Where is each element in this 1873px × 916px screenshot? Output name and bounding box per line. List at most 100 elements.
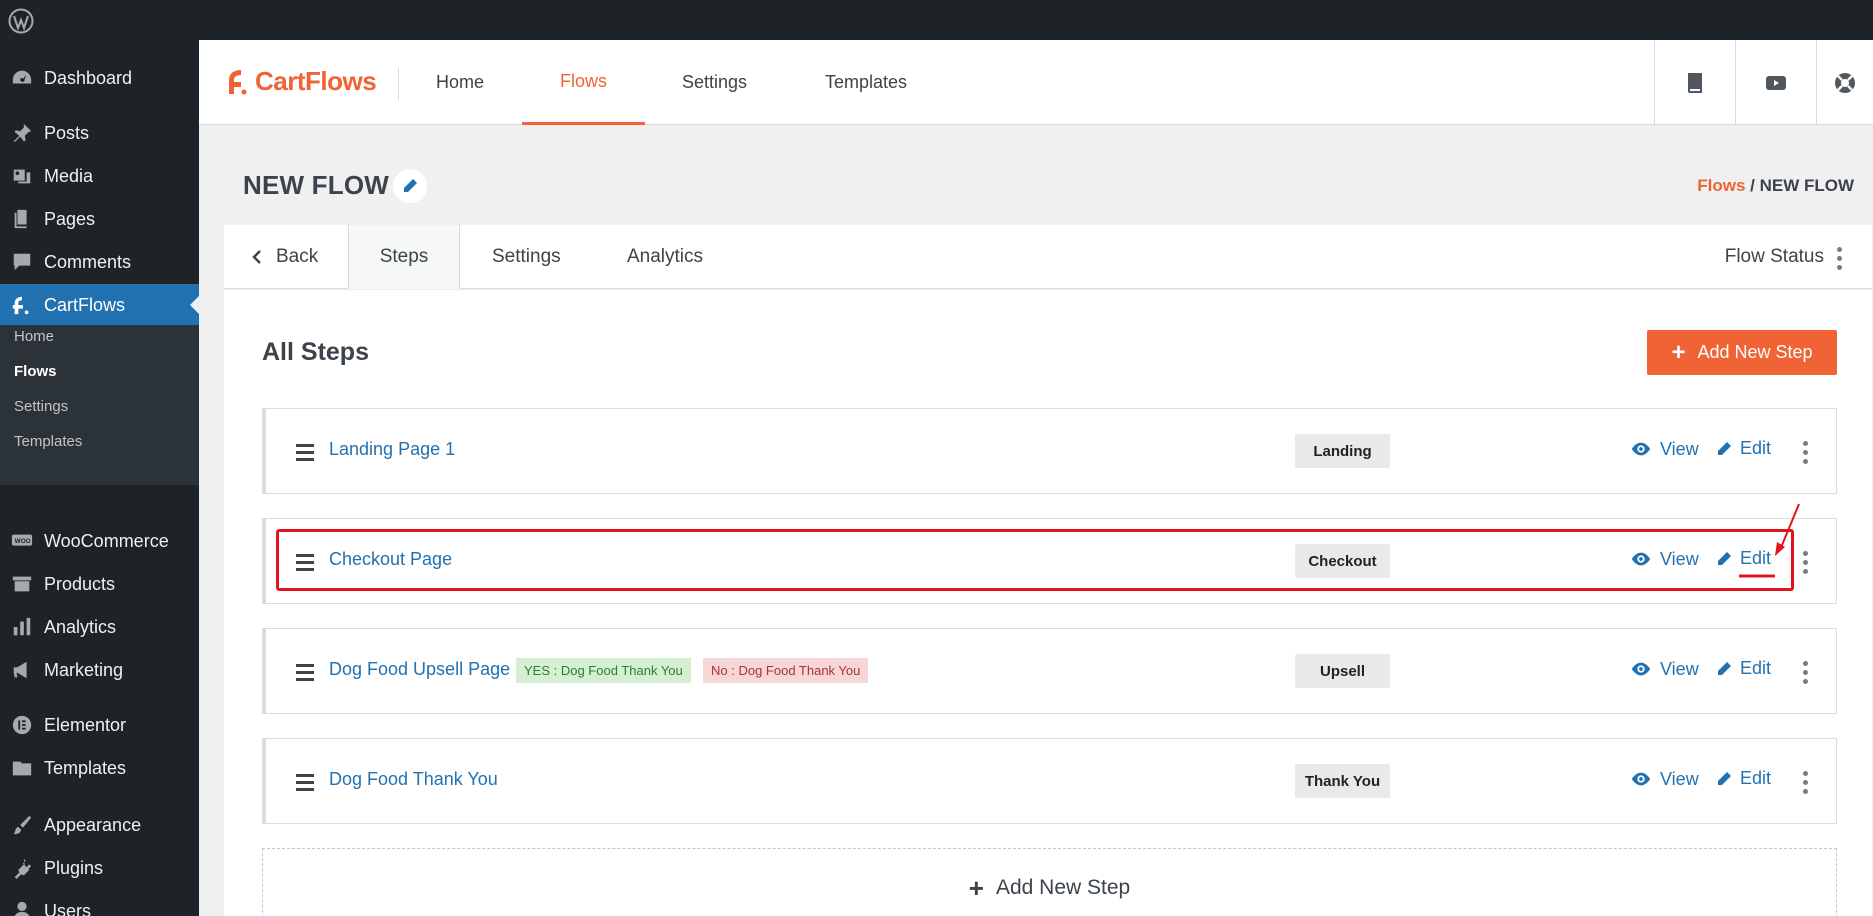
sidebar-item-posts[interactable]: Posts [0, 112, 199, 154]
edit-step-link[interactable]: Edit [1716, 438, 1771, 459]
sidebar-item-label: Templates [44, 757, 127, 778]
brush-icon [0, 814, 44, 836]
nav-home[interactable]: Home [436, 40, 484, 125]
user-icon [0, 900, 44, 916]
add-new-step-bottom-button[interactable]: + Add New Step [262, 848, 1837, 916]
youtube-icon [1766, 75, 1786, 90]
flow-status-menu-button[interactable] [1837, 247, 1842, 270]
sidebar-item-pages[interactable]: Pages [0, 198, 199, 240]
step-title-link[interactable]: Landing Page 1 [329, 439, 455, 460]
drag-handle-icon[interactable] [296, 774, 314, 791]
step-more-menu-button[interactable] [1803, 441, 1808, 464]
sidebar-item-products[interactable]: Products [0, 563, 199, 605]
pencil-icon [403, 179, 417, 193]
sidebar-item-cartflows[interactable]: CartFlows [0, 284, 199, 326]
svg-text:WOO: WOO [15, 538, 31, 545]
chevron-left-icon [252, 250, 261, 264]
add-new-step-button[interactable]: + Add New Step [1647, 330, 1837, 375]
brand-name: CartFlows [255, 66, 377, 96]
view-label: View [1660, 438, 1699, 459]
view-step-link[interactable]: View [1630, 658, 1699, 680]
folder-icon [0, 757, 44, 779]
bar-chart-icon [0, 616, 44, 638]
submenu-item-settings[interactable]: Settings [14, 398, 68, 415]
sidebar-item-plugins[interactable]: Plugins [0, 847, 199, 889]
edit-step-link[interactable]: Edit [1716, 658, 1771, 679]
step-more-menu-button[interactable] [1803, 661, 1808, 684]
comments-icon [0, 251, 44, 273]
step-type-badge: Thank You [1295, 764, 1390, 798]
dashboard-icon [0, 67, 44, 89]
sidebar-item-label: Plugins [44, 857, 104, 878]
nav-settings[interactable]: Settings [682, 40, 747, 125]
megaphone-icon [0, 659, 44, 681]
sidebar-item-users[interactable]: Users [0, 890, 199, 916]
sidebar-item-media[interactable]: Media [0, 155, 199, 197]
yes-route-badge: YES : Dog Food Thank You [516, 658, 691, 683]
add-new-step-bottom-label: Add New Step [995, 876, 1131, 899]
pin-icon [0, 122, 44, 144]
view-step-link[interactable]: View [1630, 548, 1699, 570]
view-step-link[interactable]: View [1630, 768, 1699, 790]
tab-analytics[interactable]: Analytics [627, 225, 703, 289]
tab-settings[interactable]: Settings [492, 225, 561, 289]
sidebar-item-analytics[interactable]: Analytics [0, 606, 199, 648]
flow-tabs: Back Steps Settings Analytics Flow Statu… [224, 225, 1872, 289]
step-title-link[interactable]: Checkout Page [329, 549, 452, 570]
plus-icon: + [1671, 338, 1686, 366]
step-row: Dog Food Thank You Thank You View Edit [262, 738, 1837, 824]
submenu-item-templates[interactable]: Templates [14, 433, 82, 450]
view-label: View [1660, 658, 1699, 679]
edit-label: Edit [1740, 768, 1772, 788]
drag-handle-icon[interactable] [296, 664, 314, 681]
nav-flows[interactable]: Flows [522, 40, 645, 125]
sidebar-item-woocommerce[interactable]: WOO WooCommerce [0, 520, 199, 562]
step-title-link[interactable]: Dog Food Upsell Page [329, 659, 510, 680]
sidebar-item-appearance[interactable]: Appearance [0, 804, 199, 846]
support-icon [1835, 72, 1855, 93]
wordpress-logo-icon[interactable] [8, 8, 34, 34]
docs-button[interactable] [1654, 40, 1735, 125]
cartflows-logo-icon [229, 69, 247, 94]
view-step-link[interactable]: View [1630, 438, 1699, 460]
tab-steps[interactable]: Steps [348, 225, 460, 289]
step-more-menu-button[interactable] [1803, 771, 1808, 794]
sidebar-item-templates[interactable]: Templates [0, 747, 199, 789]
sidebar-item-comments[interactable]: Comments [0, 241, 199, 283]
pencil-icon [1718, 771, 1731, 785]
step-more-menu-button[interactable] [1803, 551, 1808, 574]
edit-step-link[interactable]: Edit [1716, 768, 1771, 789]
step-title-link[interactable]: Dog Food Thank You [329, 769, 498, 790]
edit-title-button[interactable] [393, 169, 427, 203]
sidebar-item-label: Media [44, 165, 94, 186]
nav-templates[interactable]: Templates [825, 40, 907, 125]
elementor-icon [0, 714, 44, 736]
sidebar-item-label: Users [44, 900, 92, 916]
sidebar-item-dashboard[interactable]: Dashboard [0, 57, 199, 99]
video-button[interactable] [1735, 40, 1816, 125]
submenu-item-home[interactable]: Home [14, 328, 54, 345]
sidebar-item-marketing[interactable]: Marketing [0, 649, 199, 691]
breadcrumb: Flows / NEW FLOW [1697, 176, 1854, 196]
section-heading: All Steps [262, 338, 369, 366]
breadcrumb-flows-link[interactable]: Flows [1697, 176, 1745, 195]
support-button[interactable] [1816, 40, 1873, 125]
drag-handle-icon[interactable] [296, 554, 314, 571]
cartflows-logo[interactable]: CartFlows [223, 66, 377, 97]
submenu-item-flows[interactable]: Flows [14, 363, 57, 380]
flow-status-label[interactable]: Flow Status [1725, 225, 1824, 289]
sidebar-item-label: Posts [44, 122, 90, 143]
sidebar-item-label: Appearance [44, 814, 142, 835]
sidebar-item-label: WooCommerce [44, 530, 169, 551]
add-new-step-label: Add New Step [1697, 342, 1813, 362]
back-button[interactable]: Back [250, 225, 318, 289]
step-type-badge: Upsell [1295, 654, 1390, 688]
sidebar-item-label: Marketing [44, 659, 124, 680]
sidebar-item-elementor[interactable]: Elementor [0, 704, 199, 746]
edit-step-link[interactable]: Edit [1716, 548, 1771, 569]
drag-handle-icon[interactable] [296, 444, 314, 461]
cartflows-icon [0, 294, 44, 316]
pencil-icon [1718, 661, 1731, 675]
edit-label: Edit [1740, 438, 1772, 458]
no-route-badge: No : Dog Food Thank You [703, 658, 869, 683]
